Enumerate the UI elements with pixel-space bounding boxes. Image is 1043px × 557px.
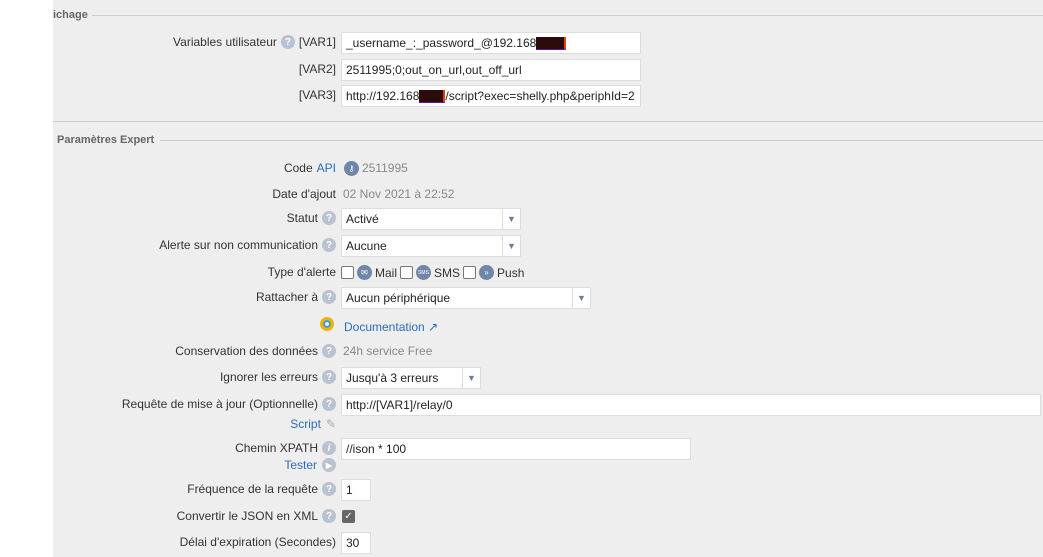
mail-checkbox[interactable] <box>341 266 354 279</box>
statut-label: Statut <box>286 211 318 225</box>
documentation-row: Documentation ↗ <box>0 316 1043 338</box>
type-alerte-label: Type d'alerte <box>267 265 336 279</box>
section-legend-expert: Paramètres Expert <box>57 134 159 146</box>
redaction <box>419 90 446 104</box>
mail-label: Mail <box>375 265 398 280</box>
key-icon: ⚷ <box>344 161 359 176</box>
sms-checkbox[interactable] <box>400 266 414 279</box>
rattacher-select[interactable]: Aucun périphérique ▼ <box>341 287 591 309</box>
push-checkbox[interactable] <box>463 266 477 279</box>
date-value: 02 Nov 2021 à 22:52 <box>343 187 455 201</box>
frequence-label: Fréquence de la requête <box>187 482 318 496</box>
var3-input[interactable]: http://192.168/script?exec=shelly.php&pe… <box>341 85 641 107</box>
api-code-value: 2511995 <box>362 161 408 175</box>
xpath-label: Chemin XPATH <box>235 441 318 455</box>
date-label: Date d'ajout <box>272 187 336 201</box>
divider <box>92 15 1043 16</box>
tester-link[interactable]: Tester <box>284 458 317 472</box>
push-label: Push <box>497 265 525 280</box>
push-icon: » <box>479 265 495 280</box>
var1-tag: [VAR1] <box>298 35 336 49</box>
convertir-row: Convertir le JSON en XML? ✓ <box>0 506 1043 528</box>
rattacher-row: Rattacher à? Aucun périphérique ▼ <box>0 287 1043 309</box>
frequence-row: Fréquence de la requête? 1 <box>0 479 1043 501</box>
ignorer-label: Ignorer les erreurs <box>219 370 318 384</box>
rattacher-label: Rattacher à <box>255 290 318 304</box>
statut-select[interactable]: Activé ▼ <box>341 208 521 230</box>
conservation-row: Conservation des données? 24h service Fr… <box>0 341 1043 363</box>
frequence-input[interactable]: 1 <box>341 479 371 501</box>
convertir-checkbox[interactable]: ✓ <box>342 510 355 523</box>
vars-label: Variables utilisateur <box>173 35 277 49</box>
mail-icon: ✉ <box>357 265 372 280</box>
script-link[interactable]: Script <box>290 417 321 431</box>
help-icon[interactable]: ? <box>322 290 336 304</box>
help-icon[interactable]: ? <box>322 482 336 496</box>
var2-input[interactable]: 2511995;0;out_on_url,out_off_url <box>341 59 641 81</box>
section-legend-display: ichage <box>53 9 92 21</box>
conservation-label: Conservation des données <box>175 344 318 358</box>
chevron-down-icon: ▼ <box>462 368 480 388</box>
var3-row: [VAR3] http://192.168/script?exec=shelly… <box>0 85 1043 107</box>
convertir-label: Convertir le JSON en XML <box>176 509 318 523</box>
chevron-down-icon: ▼ <box>572 288 590 308</box>
var1-row: Variables utilisateur? [VAR1] _username_:… <box>0 32 1043 54</box>
documentation-icon <box>320 317 334 331</box>
requete-input[interactable]: http://[VAR1]/relay/0 <box>341 394 1041 416</box>
var3-tag: [VAR3] <box>298 88 336 102</box>
var1-input[interactable]: _username_:_password_@192.168 <box>341 32 641 54</box>
code-label: Code <box>283 161 313 175</box>
var2-tag: [VAR2] <box>298 62 336 76</box>
code-api-row: Code API ⚷ 2511995 <box>0 158 1043 180</box>
redaction <box>536 37 567 51</box>
ignorer-row: Ignorer les erreurs? Jusqu'à 3 erreurs ▼ <box>0 367 1043 389</box>
xpath-input[interactable]: //ison * 100 <box>341 438 691 460</box>
ignorer-select[interactable]: Jusqu'à 3 erreurs ▼ <box>341 367 481 389</box>
requete-row: Requête de mise à jour (Optionnelle)? ht… <box>0 394 1043 431</box>
type-alerte-row: Type d'alerte ✉ Mail SMS SMS » Push <box>0 262 1043 284</box>
external-link-icon: ↗ <box>428 320 439 334</box>
conservation-value: 24h service Free <box>343 344 433 358</box>
play-icon[interactable]: ▶ <box>322 458 336 472</box>
chevron-down-icon: ▼ <box>502 236 520 256</box>
divider <box>160 140 1043 141</box>
date-row: Date d'ajout 02 Nov 2021 à 22:52 <box>0 184 1043 206</box>
info-icon[interactable]: i <box>322 441 336 455</box>
alerte-label: Alerte sur non communication <box>159 238 318 252</box>
help-icon[interactable]: ? <box>280 35 295 49</box>
xpath-row: Chemin XPATH i //ison * 100 Tester ▶ <box>0 438 1043 472</box>
alerte-select[interactable]: Aucune ▼ <box>341 235 521 257</box>
sms-label: SMS <box>434 265 461 280</box>
delai-label: Délai d'expiration (Secondes) <box>179 535 336 549</box>
sms-icon: SMS <box>416 265 432 280</box>
statut-row: Statut? Activé ▼ <box>0 208 1043 230</box>
chevron-down-icon: ▼ <box>502 209 520 229</box>
var2-row: [VAR2] 2511995;0;out_on_url,out_off_url <box>0 59 1043 81</box>
help-icon[interactable]: ? <box>322 370 336 384</box>
documentation-link[interactable]: Documentation ↗ <box>344 320 438 334</box>
delai-input[interactable]: 30 <box>341 532 371 554</box>
pencil-icon[interactable]: ✎ <box>326 417 336 431</box>
api-link[interactable]: API <box>317 161 336 175</box>
delai-row: Délai d'expiration (Secondes) 30 <box>0 532 1043 554</box>
help-icon[interactable]: ? <box>322 344 336 358</box>
requete-label: Requête de mise à jour (Optionnelle) <box>121 397 318 411</box>
help-icon[interactable]: ? <box>322 509 336 523</box>
help-icon[interactable]: ? <box>322 397 336 411</box>
help-icon[interactable]: ? <box>322 211 336 225</box>
alerte-row: Alerte sur non communication? Aucune ▼ <box>0 235 1043 257</box>
divider <box>53 121 1043 122</box>
help-icon[interactable]: ? <box>322 238 336 252</box>
